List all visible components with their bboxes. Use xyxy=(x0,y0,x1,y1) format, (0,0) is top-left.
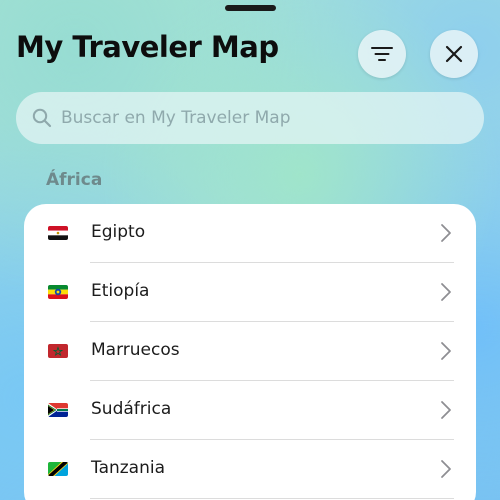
list-item-label: Sudáfrica xyxy=(91,399,172,419)
filter-lines-icon xyxy=(371,47,393,61)
page-title: My Traveler Map xyxy=(16,30,279,64)
chevron-right-icon xyxy=(441,401,451,419)
filter-button[interactable] xyxy=(358,30,406,78)
section-header-africa: África xyxy=(46,170,103,190)
chevron-right-icon xyxy=(441,224,451,242)
chevron-right-icon xyxy=(441,283,451,301)
search-bar[interactable] xyxy=(16,92,484,144)
search-icon xyxy=(30,106,54,130)
egypt-flag-icon xyxy=(48,226,68,240)
list-item-egipto[interactable]: Egipto xyxy=(24,204,476,263)
tanzania-flag-icon xyxy=(48,462,68,476)
close-icon xyxy=(445,45,463,63)
list-item-sudafrica[interactable]: Sudáfrica xyxy=(24,381,476,440)
country-list: Egipto Etiopía Marruecos Sudáfrica Tanza… xyxy=(24,204,476,500)
list-item-etiopia[interactable]: Etiopía xyxy=(24,263,476,322)
chevron-right-icon xyxy=(441,460,451,478)
list-item-label: Marruecos xyxy=(91,340,180,360)
list-item-marruecos[interactable]: Marruecos xyxy=(24,322,476,381)
divider xyxy=(90,498,454,499)
ethiopia-flag-icon xyxy=(48,285,68,299)
list-item-label: Egipto xyxy=(91,222,146,242)
close-button[interactable] xyxy=(430,30,478,78)
list-item-tanzania[interactable]: Tanzania xyxy=(24,440,476,499)
list-item-label: Etiopía xyxy=(91,281,150,301)
morocco-flag-icon xyxy=(48,344,68,358)
sheet-grabber[interactable] xyxy=(225,5,276,11)
list-item-label: Tanzania xyxy=(91,458,166,478)
south-africa-flag-icon xyxy=(48,403,68,417)
search-input[interactable] xyxy=(61,108,461,128)
chevron-right-icon xyxy=(441,342,451,360)
